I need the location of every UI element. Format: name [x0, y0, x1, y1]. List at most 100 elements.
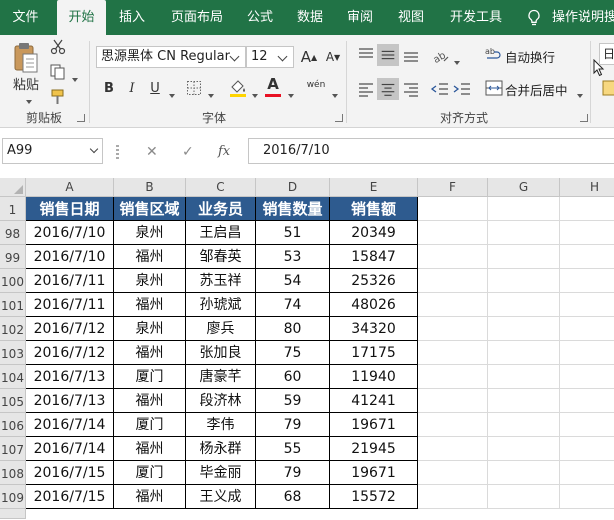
cancel-icon[interactable]: ✕ [146, 140, 158, 164]
align-middle-button[interactable] [377, 44, 399, 66]
row-header[interactable]: 105 [0, 389, 26, 413]
font-size-combo[interactable]: 12 [246, 46, 294, 68]
italic-button[interactable]: I [122, 78, 142, 98]
table-cell[interactable]: 15847 [330, 245, 418, 269]
empty-cell[interactable] [418, 293, 488, 317]
empty-cell[interactable] [418, 437, 488, 461]
table-cell[interactable]: 2016/7/13 [26, 389, 114, 413]
table-cell[interactable]: 79 [256, 461, 330, 485]
table-header-cell[interactable]: 销售额 [330, 197, 418, 221]
table-cell[interactable]: 福州 [114, 437, 186, 461]
orientation-dropdown-arrow[interactable] [451, 54, 460, 68]
empty-cell[interactable] [488, 365, 560, 389]
table-cell[interactable]: 厦门 [114, 365, 186, 389]
bold-button[interactable]: B [99, 78, 119, 98]
tab-insert[interactable]: 插入 [111, 0, 153, 35]
orientation-icon[interactable]: ab [430, 45, 450, 65]
chevron-down-icon[interactable] [89, 144, 99, 154]
increase-font-size-icon[interactable]: A ▲ [298, 46, 320, 68]
table-cell[interactable]: 2016/7/11 [26, 293, 114, 317]
table-header-cell[interactable]: 销售数量 [256, 197, 330, 221]
table-header-cell[interactable]: 业务员 [186, 197, 256, 221]
table-cell[interactable]: 唐豪芊 [186, 365, 256, 389]
table-cell[interactable]: 68 [256, 485, 330, 509]
table-cell[interactable]: 2016/7/14 [26, 437, 114, 461]
table-cell[interactable]: 60 [256, 365, 330, 389]
column-header-h[interactable]: H [560, 178, 614, 197]
empty-cell[interactable] [488, 245, 560, 269]
empty-cell[interactable] [560, 269, 614, 293]
row-header[interactable]: 106 [0, 413, 26, 437]
table-cell[interactable]: 福州 [114, 293, 186, 317]
splitter-handle[interactable] [116, 145, 119, 159]
empty-cell[interactable] [418, 485, 488, 509]
row-header[interactable]: 101 [0, 293, 26, 317]
chevron-down-icon[interactable] [277, 51, 288, 62]
paste-dropdown-arrow[interactable] [23, 93, 32, 107]
align-left-icon[interactable] [356, 79, 376, 99]
merge-center-dropdown-arrow[interactable] [574, 87, 583, 101]
align-center-button[interactable] [377, 78, 399, 100]
table-cell[interactable]: 19671 [330, 461, 418, 485]
table-cell[interactable]: 李伟 [186, 413, 256, 437]
table-cell[interactable]: 74 [256, 293, 330, 317]
row-header[interactable]: 107 [0, 437, 26, 461]
table-cell[interactable]: 41241 [330, 389, 418, 413]
table-cell[interactable]: 王启昌 [186, 221, 256, 245]
select-all-button[interactable] [0, 178, 26, 197]
empty-cell[interactable] [418, 269, 488, 293]
table-cell[interactable]: 15572 [330, 485, 418, 509]
empty-cell[interactable] [488, 269, 560, 293]
empty-cell[interactable] [560, 485, 614, 509]
empty-cell[interactable] [560, 197, 614, 221]
wrap-text-icon[interactable]: ab [485, 45, 503, 63]
table-cell[interactable]: 毕金丽 [186, 461, 256, 485]
table-cell[interactable]: 孙琥斌 [186, 293, 256, 317]
borders-dropdown-arrow[interactable] [205, 87, 214, 101]
table-cell[interactable]: 2016/7/13 [26, 365, 114, 389]
underline-dropdown-arrow[interactable] [166, 87, 175, 101]
empty-cell[interactable] [560, 389, 614, 413]
fill-color-icon[interactable] [228, 78, 248, 98]
table-cell[interactable]: 泉州 [114, 269, 186, 293]
tab-data[interactable]: 数据 [290, 0, 330, 35]
tab-developer[interactable]: 开发工具 [443, 0, 509, 35]
table-cell[interactable]: 福州 [114, 341, 186, 365]
empty-cell[interactable] [418, 317, 488, 341]
empty-cell[interactable] [418, 461, 488, 485]
column-header-a[interactable]: A [26, 178, 114, 197]
cut-icon[interactable] [50, 39, 66, 55]
table-cell[interactable]: 2016/7/12 [26, 317, 114, 341]
font-color-dropdown-arrow[interactable] [285, 87, 294, 101]
insert-function-button[interactable]: fx [218, 140, 230, 164]
table-cell[interactable]: 泉州 [114, 221, 186, 245]
row-header[interactable]: 98 [0, 221, 26, 245]
table-cell[interactable]: 2016/7/10 [26, 245, 114, 269]
wrap-text-button[interactable]: 自动换行 [505, 47, 555, 66]
table-cell[interactable]: 廖兵 [186, 317, 256, 341]
enter-icon[interactable]: ✓ [182, 140, 194, 164]
empty-cell[interactable] [488, 197, 560, 221]
table-cell[interactable]: 杨永群 [186, 437, 256, 461]
tab-home[interactable]: 开始 [57, 0, 106, 35]
empty-cell[interactable] [560, 293, 614, 317]
copy-dropdown-arrow[interactable] [69, 71, 78, 85]
tab-review[interactable]: 审阅 [340, 0, 380, 35]
table-cell[interactable]: 段济林 [186, 389, 256, 413]
font-launcher-icon[interactable] [335, 114, 343, 122]
row-header[interactable]: 103 [0, 341, 26, 365]
table-cell[interactable]: 75 [256, 341, 330, 365]
row-header[interactable]: 100 [0, 269, 26, 293]
row-header[interactable]: 1 [0, 197, 26, 221]
empty-cell[interactable] [560, 317, 614, 341]
table-cell[interactable]: 17175 [330, 341, 418, 365]
table-header-cell[interactable]: 销售区域 [114, 197, 186, 221]
table-cell[interactable]: 泉州 [114, 317, 186, 341]
tab-page-layout[interactable]: 页面布局 [164, 0, 230, 35]
table-cell[interactable]: 79 [256, 413, 330, 437]
increase-indent-icon[interactable] [452, 79, 472, 99]
copy-icon[interactable] [50, 64, 66, 80]
underline-button[interactable]: U [145, 78, 165, 98]
column-header-c[interactable]: C [186, 178, 256, 197]
table-cell[interactable]: 80 [256, 317, 330, 341]
